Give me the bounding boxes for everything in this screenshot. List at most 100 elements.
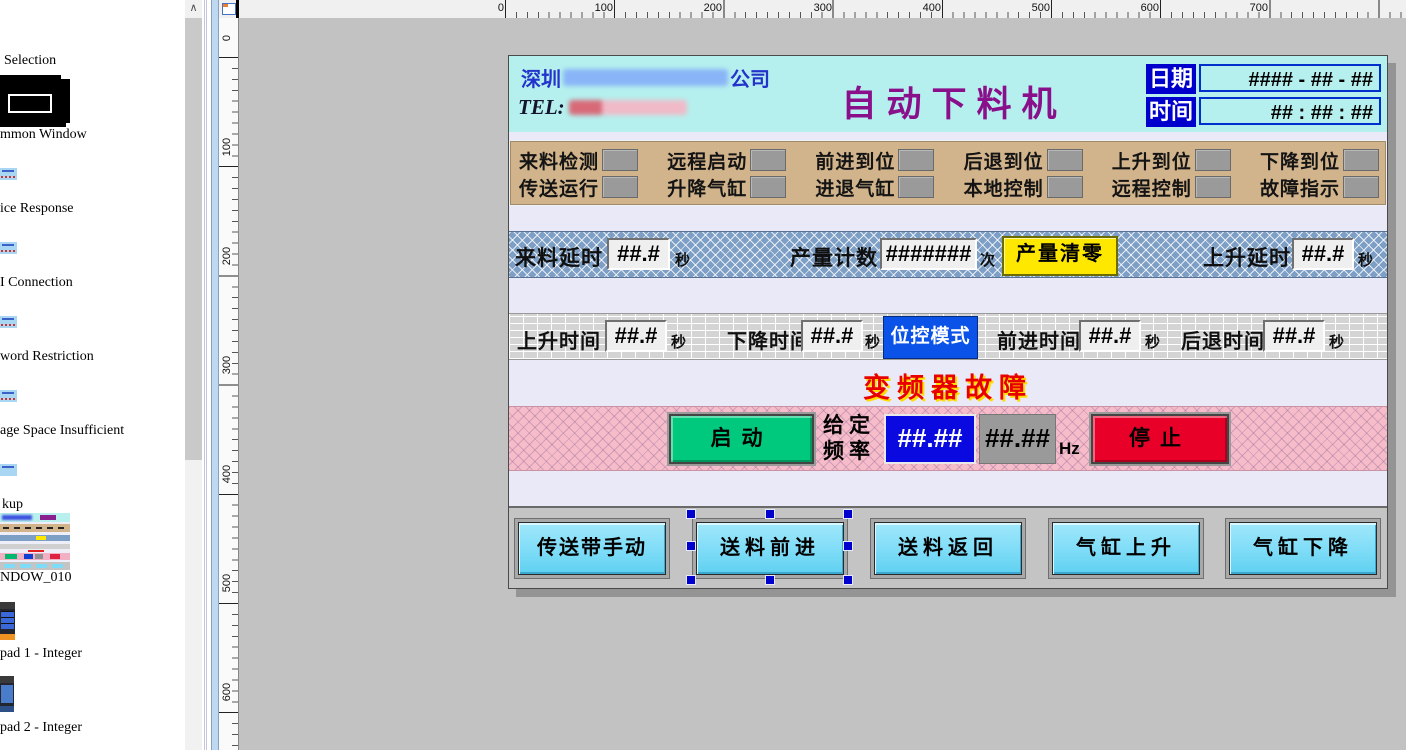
window-tree-panel: Selection mmon Window ice Response I Con…	[0, 0, 185, 750]
forward-time-input[interactable]: ##.#	[1079, 320, 1141, 352]
ruler-tick-label: 200	[221, 241, 233, 271]
ruler-tick-label: 0	[221, 23, 233, 53]
window-thumbnail-hmi-connection[interactable]	[0, 242, 17, 254]
status-indicator-label: 上升到位	[1112, 147, 1192, 174]
sidebar-scrollbar[interactable]: ∧	[185, 0, 202, 750]
rise-time-input[interactable]: ##.#	[605, 320, 667, 352]
window-list-item-label[interactable]: pad 2 - Integer	[0, 720, 82, 736]
status-indicator-label: 下降到位	[1260, 147, 1340, 174]
forward-time-label: 前进时间	[997, 325, 1081, 354]
tel-text: TEL:	[518, 95, 687, 120]
window-list-item-label[interactable]: Selection	[4, 53, 56, 69]
selection-handle[interactable]	[686, 575, 696, 585]
scrollbar-thumb[interactable]	[185, 18, 202, 460]
status-lamp[interactable]	[1047, 149, 1083, 171]
status-lamp[interactable]	[898, 149, 934, 171]
freq-label-line2: 频率	[823, 439, 875, 465]
start-button[interactable]: 启动	[669, 414, 814, 464]
design-canvas[interactable]: 深圳 公司 TEL: 自动下料机 日期 #### - ## - ## 时间 ##…	[239, 18, 1406, 750]
set-frequency-label: 给定 频率	[823, 413, 875, 465]
status-lamp[interactable]	[1343, 176, 1379, 198]
selection-handle[interactable]	[843, 509, 853, 519]
status-lamp[interactable]	[1047, 176, 1083, 198]
window-thumbnail-backup[interactable]	[0, 464, 17, 476]
ruler-tick-label: 600	[1119, 2, 1159, 14]
window-list-item-label[interactable]: pad 1 - Integer	[0, 646, 82, 662]
feed-delay-label: 来料延时	[515, 242, 603, 272]
feed-delay-input[interactable]: ##.#	[607, 238, 670, 270]
delay-parameter-bar: 来料延时 ##.# 秒 产量计数 ####### 次 产量清零 上升延时 ##.…	[509, 231, 1387, 278]
status-lamp[interactable]	[602, 149, 638, 171]
window-icon	[222, 3, 236, 15]
time-display[interactable]: ## : ## : ##	[1199, 97, 1381, 125]
position-mode-button[interactable]: 位控模式	[883, 316, 978, 359]
window-thumbnail-common-window[interactable]	[0, 75, 70, 127]
manual-button-cylinder-down[interactable]: 气缸下降	[1229, 522, 1377, 575]
status-lamp[interactable]	[1195, 149, 1231, 171]
window-thumbnail-password-restriction[interactable]	[0, 316, 17, 328]
status-lamp[interactable]	[1343, 149, 1379, 171]
panel-splitter	[204, 0, 205, 750]
tel-label: TEL:	[518, 95, 565, 120]
back-time-label: 后退时间	[1181, 325, 1265, 354]
ruler-tick-label: 300	[221, 350, 233, 380]
back-time-input[interactable]: ##.#	[1263, 320, 1325, 352]
window-list-item-label[interactable]: word Restriction	[0, 349, 94, 365]
scroll-up-icon[interactable]: ∧	[185, 0, 202, 17]
ruler-tick-label: 700	[1228, 2, 1268, 14]
manual-button-band: 传送带手动 送料前进 送料返回 气缸上升 气缸下降	[509, 506, 1387, 588]
panel-splitter	[206, 0, 207, 750]
selection-handle[interactable]	[686, 509, 696, 519]
status-indicator-label: 远程控制	[1112, 174, 1192, 201]
manual-button-cylinder-up[interactable]: 气缸上升	[1052, 522, 1200, 575]
hmi-screen-window-010[interactable]: 深圳 公司 TEL: 自动下料机 日期 #### - ## - ## 时间 ##…	[508, 55, 1388, 589]
window-thumbnail-device-response[interactable]	[0, 168, 17, 180]
horizontal-ruler: 0 100 200 300 400 500 600 700	[239, 0, 1406, 19]
status-lamp[interactable]	[1195, 176, 1231, 198]
window-list-item-label[interactable]: mmon Window	[0, 127, 87, 143]
frequency-set-input[interactable]: ##.##	[884, 414, 976, 464]
manual-button-conveyor[interactable]: 传送带手动	[518, 522, 666, 575]
manual-button-feed-forward[interactable]: 送料前进	[696, 522, 844, 575]
window-list-item-label[interactable]: kup	[2, 497, 23, 513]
company-suffix: 公司	[730, 63, 770, 92]
status-indicator-label: 本地控制	[964, 174, 1044, 201]
company-name-blur	[563, 69, 728, 86]
selection-handle[interactable]	[843, 541, 853, 551]
status-indicator-label: 后退到位	[964, 147, 1044, 174]
window-list-item-label[interactable]: age Space Insufficient	[0, 423, 124, 439]
status-lamp[interactable]	[750, 176, 786, 198]
production-count-label: 产量计数	[790, 242, 878, 272]
selection-handle[interactable]	[765, 575, 775, 585]
window-thumbnail-window-010[interactable]	[0, 513, 70, 570]
window-list-item-label[interactable]: NDOW_010	[0, 570, 72, 586]
selection-handle[interactable]	[765, 509, 775, 519]
thumbnail-rect	[8, 94, 52, 113]
production-count-display[interactable]: #######	[880, 238, 977, 270]
clear-count-button[interactable]: 产量清零	[1002, 236, 1118, 276]
window-thumbnail-keypad2[interactable]	[0, 676, 14, 712]
manual-button-feed-return[interactable]: 送料返回	[874, 522, 1022, 575]
ruler-tick-label: 100	[573, 2, 613, 14]
ruler-tick-label: 100	[221, 132, 233, 162]
ruler-tick-label: 400	[901, 2, 941, 14]
window-list-item-label[interactable]: ice Response	[0, 201, 73, 217]
selection-handle[interactable]	[686, 541, 696, 551]
rise-delay-input[interactable]: ##.#	[1292, 238, 1354, 270]
ruler-tick-label: 0	[464, 2, 504, 14]
status-lamp[interactable]	[602, 176, 638, 198]
fall-time-input[interactable]: ##.#	[801, 320, 863, 352]
selection-handle[interactable]	[843, 575, 853, 585]
status-lamp[interactable]	[750, 149, 786, 171]
ruler-tick-label: 400	[221, 459, 233, 489]
window-list-item-label[interactable]: I Connection	[0, 275, 73, 291]
inverter-control-bar: 启动 给定 频率 ##.## ##.## Hz 停止	[509, 406, 1387, 471]
unit-count: 次	[980, 249, 995, 270]
status-lamp[interactable]	[898, 176, 934, 198]
stop-button[interactable]: 停止	[1091, 414, 1229, 464]
frequency-actual-display[interactable]: ##.##	[979, 414, 1056, 464]
window-thumbnail-storage-space[interactable]	[0, 390, 17, 402]
unit-seconds: 秒	[1145, 331, 1160, 352]
date-display[interactable]: #### - ## - ##	[1199, 64, 1381, 92]
window-thumbnail-keypad1[interactable]	[0, 602, 15, 640]
